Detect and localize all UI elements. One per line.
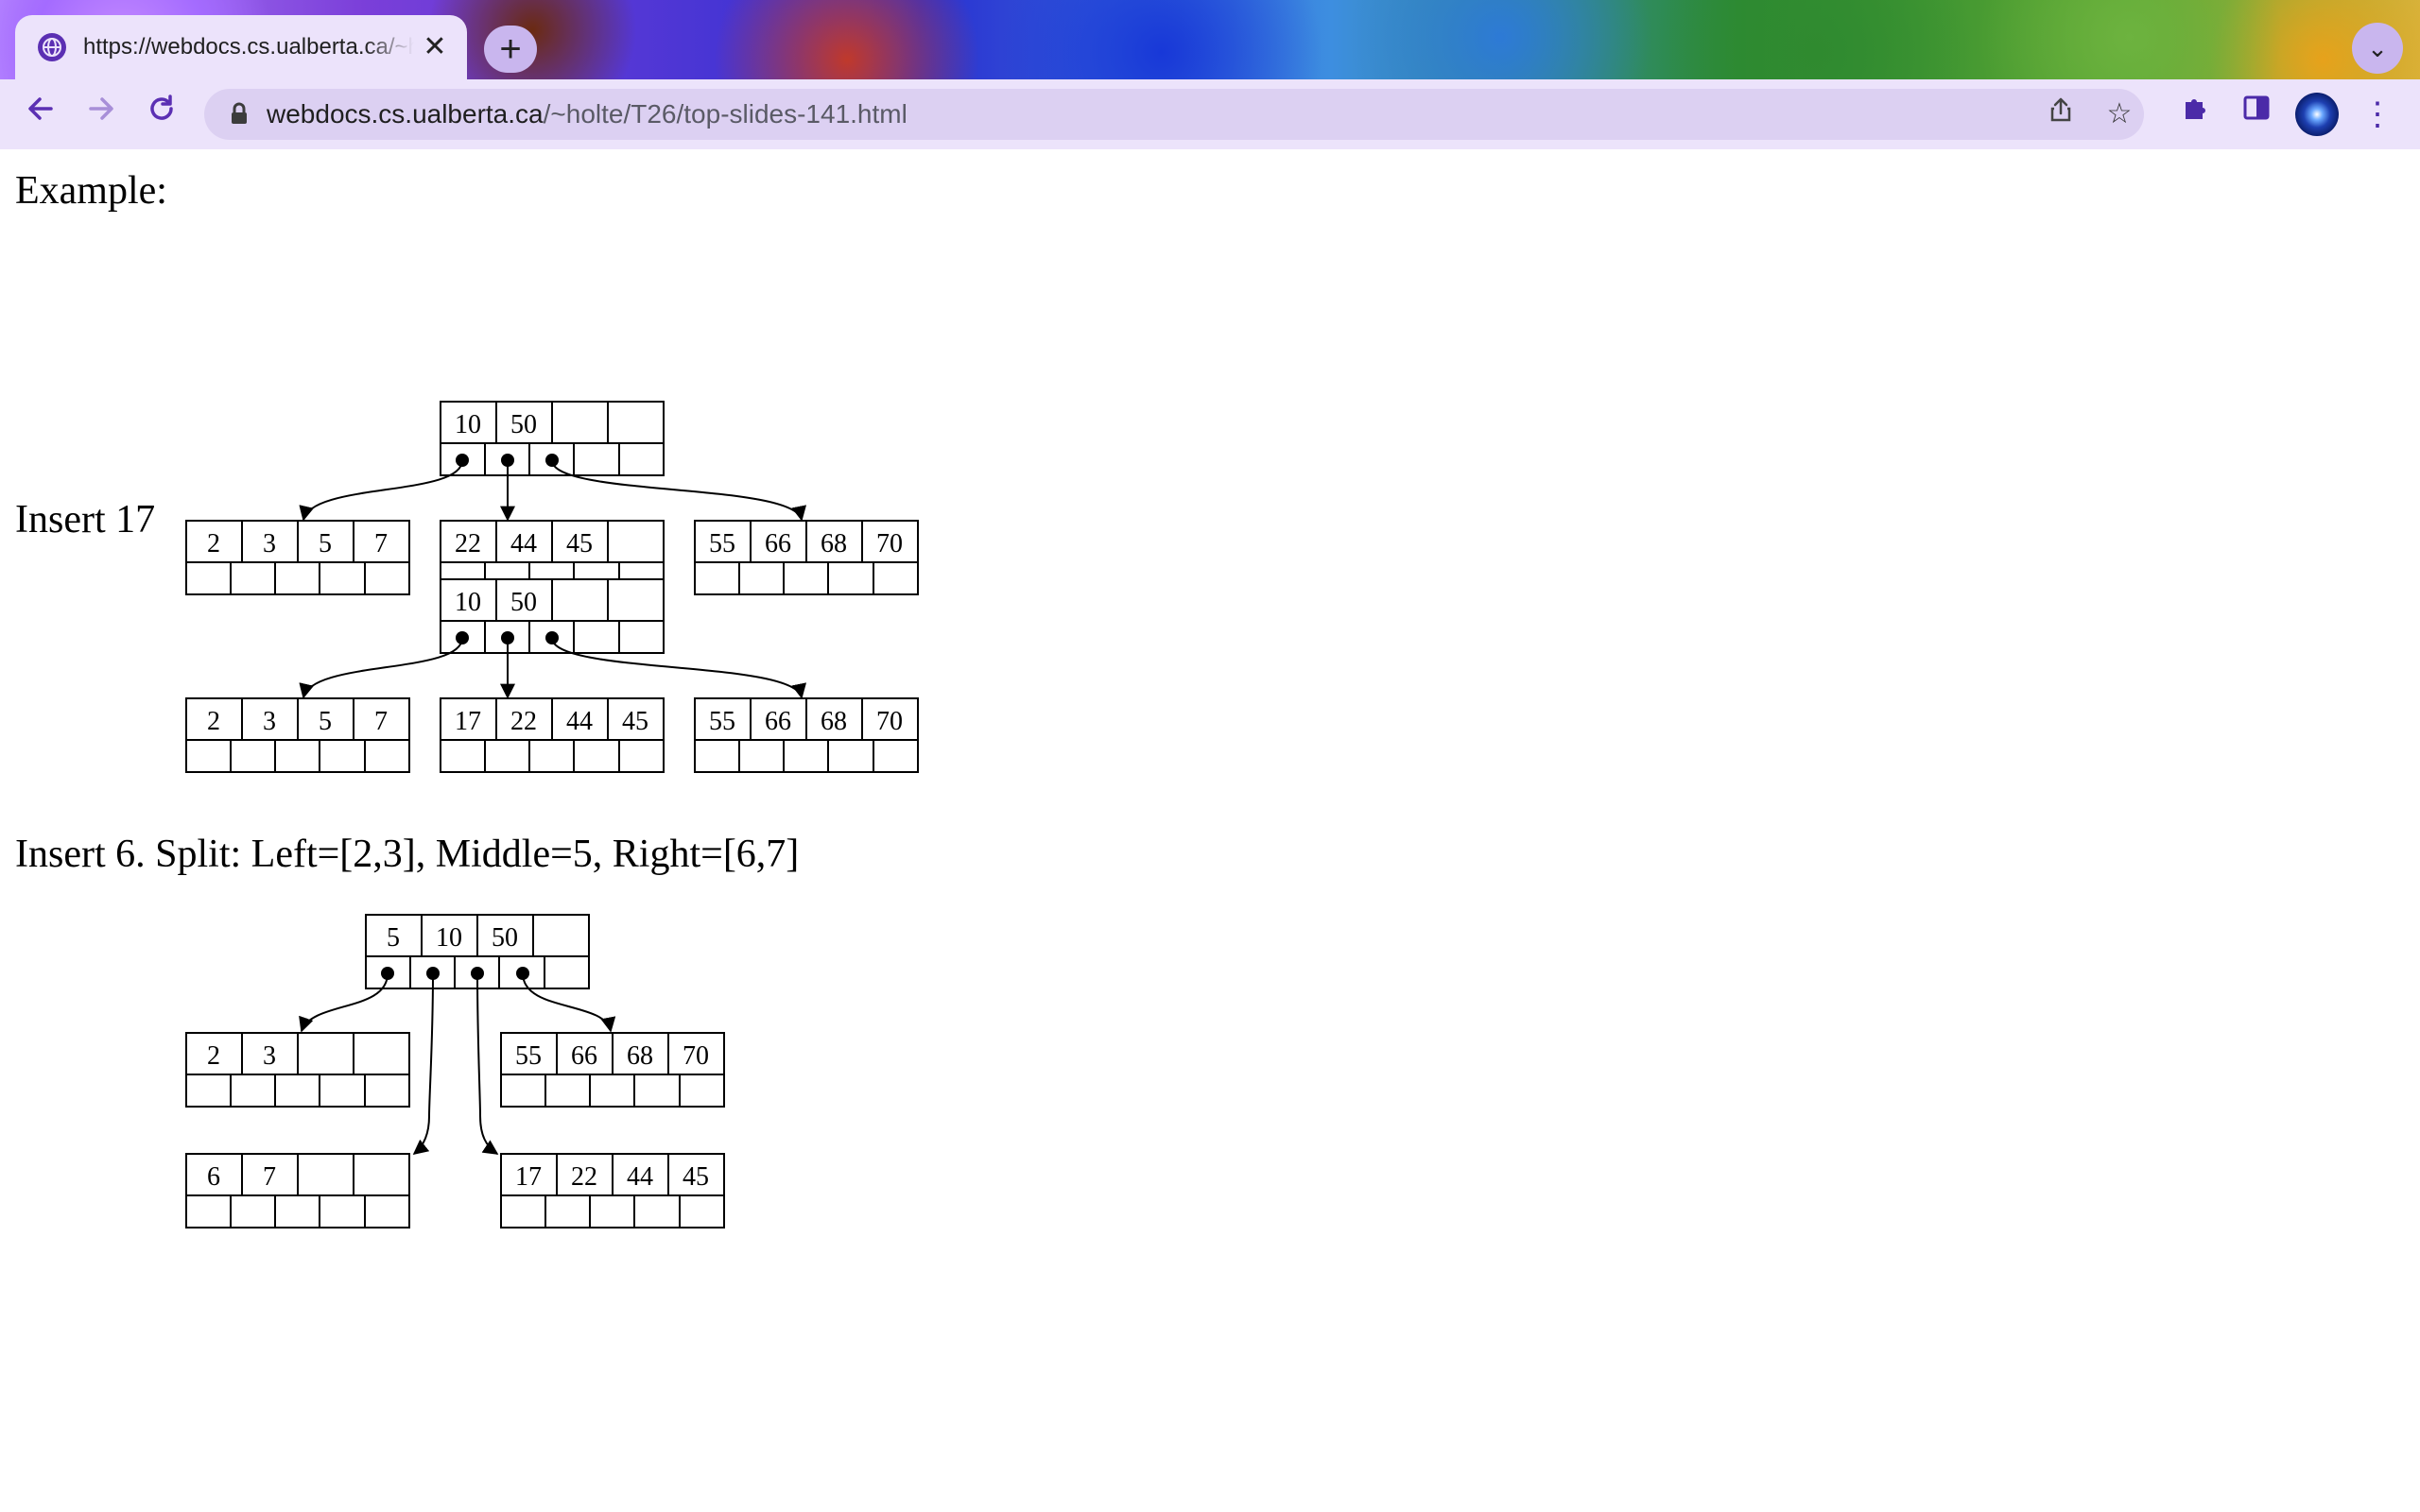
leaf-key: 22: [510, 707, 537, 736]
globe-icon: [38, 33, 66, 61]
reload-icon[interactable]: [138, 91, 185, 138]
leaf-node: 17 22 44 45: [440, 697, 665, 773]
chevron-down-icon[interactable]: ⌄: [2352, 23, 2403, 74]
arrow-right-icon[interactable]: [78, 91, 125, 138]
leaf-key: 45: [622, 707, 648, 736]
btree-diagram-example: 10 50 2 3 5 7 22 44 45 55 66 68 70: [185, 401, 919, 595]
section-heading-example: Example:: [15, 169, 167, 213]
leaf-key: 44: [566, 707, 593, 736]
btree-diagram-insert-17: 10 50 2 3 5 7 17 22 44 45 55 66 68 70: [185, 578, 919, 773]
puzzle-icon[interactable]: [2172, 91, 2220, 138]
root-key: 10: [455, 410, 481, 439]
leaf-key: 22: [455, 529, 481, 558]
root-key: 50: [492, 923, 518, 953]
leaf-key: 55: [709, 529, 735, 558]
section-heading-insert-6: Insert 6. Split: Left=[2,3], Middle=5, R…: [15, 833, 800, 876]
root-key: 5: [387, 923, 400, 953]
leaf-key: 55: [709, 707, 735, 736]
leaf-node: 2 3 5 7: [185, 697, 410, 773]
toolbar: webdocs.cs.ualberta.ca/~holte/T26/top-sl…: [0, 79, 2420, 149]
leaf-key: 66: [571, 1041, 597, 1071]
leaf-key: 44: [510, 529, 537, 558]
new-tab-button[interactable]: +: [484, 26, 537, 73]
leaf-key: 3: [263, 707, 276, 736]
arrow-left-icon[interactable]: [17, 91, 64, 138]
leaf-key: 7: [263, 1162, 276, 1192]
leaf-key: 7: [374, 529, 388, 558]
leaf-key: 70: [683, 1041, 709, 1071]
browser-chrome: https://webdocs.cs.ualberta.ca/~holte/T2…: [0, 0, 2420, 149]
pointer-arrow: [299, 459, 463, 522]
page-content: Example: 10 50 2 3 5 7 22 44 45 55 66 68…: [0, 149, 2420, 1512]
pointer-arrow: [476, 972, 499, 1155]
leaf-key: 45: [566, 529, 593, 558]
root-key: 50: [510, 588, 537, 617]
root-key: 50: [510, 410, 537, 439]
leaf-key: 68: [821, 529, 847, 558]
star-icon[interactable]: ☆: [2100, 95, 2138, 133]
leaf-key: 2: [207, 529, 220, 558]
leaf-key: 45: [683, 1162, 709, 1192]
root-node: 10 50: [440, 578, 665, 654]
leaf-node: 17 22 44 45: [500, 1153, 725, 1228]
url-host: webdocs.cs.ualberta.ca: [267, 99, 544, 129]
leaf-key: 66: [765, 529, 791, 558]
url-path: /~holte/T26/top-slides-141.html: [543, 99, 908, 129]
leaf-node: 6 7: [185, 1153, 410, 1228]
share-icon[interactable]: [2042, 95, 2080, 133]
leaf-key: 5: [319, 529, 332, 558]
address-bar[interactable]: webdocs.cs.ualberta.ca/~holte/T26/top-sl…: [204, 89, 2144, 140]
btree-diagram-insert-6-split: 5 10 50 2 3 55 66 68 70 6 7 17 22 44 45: [185, 914, 725, 1228]
leaf-key: 66: [765, 707, 791, 736]
root-node: 10 50: [440, 401, 665, 476]
root-key: 10: [436, 923, 462, 953]
leaf-key: 68: [821, 707, 847, 736]
leaf-key: 3: [263, 529, 276, 558]
profile-avatar[interactable]: [2295, 93, 2339, 136]
leaf-key: 55: [515, 1041, 542, 1071]
leaf-key: 70: [876, 707, 903, 736]
leaf-key: 2: [207, 707, 220, 736]
kebab-menu-icon[interactable]: ⋮: [2354, 91, 2401, 138]
leaf-node: 2 3: [185, 1032, 410, 1108]
leaf-key: 17: [455, 707, 481, 736]
root-key: 10: [455, 588, 481, 617]
browser-tab[interactable]: https://webdocs.cs.ualberta.ca/~holte/T2…: [15, 15, 467, 79]
leaf-key: 7: [374, 707, 388, 736]
leaf-node: 55 66 68 70: [694, 697, 919, 773]
leaf-node: 55 66 68 70: [500, 1032, 725, 1108]
pointer-arrow: [412, 972, 434, 1156]
side-panel-icon[interactable]: [2233, 91, 2280, 138]
lock-icon[interactable]: [225, 100, 253, 129]
leaf-key: 5: [319, 707, 332, 736]
leaf-key: 44: [627, 1162, 653, 1192]
tab-title: https://webdocs.cs.ualberta.ca/~holte/T2…: [83, 34, 414, 60]
leaf-key: 68: [627, 1041, 653, 1071]
url-text[interactable]: webdocs.cs.ualberta.ca/~holte/T26/top-sl…: [267, 98, 908, 130]
leaf-key: 6: [207, 1162, 220, 1192]
close-tab-icon[interactable]: ✕: [420, 32, 450, 62]
leaf-key: 2: [207, 1041, 220, 1071]
leaf-key: 17: [515, 1162, 542, 1192]
section-heading-insert-17: Insert 17: [15, 498, 156, 541]
leaf-key: 3: [263, 1041, 276, 1071]
leaf-key: 70: [876, 529, 903, 558]
leaf-key: 22: [571, 1162, 597, 1192]
pointer-arrow: [299, 637, 463, 699]
